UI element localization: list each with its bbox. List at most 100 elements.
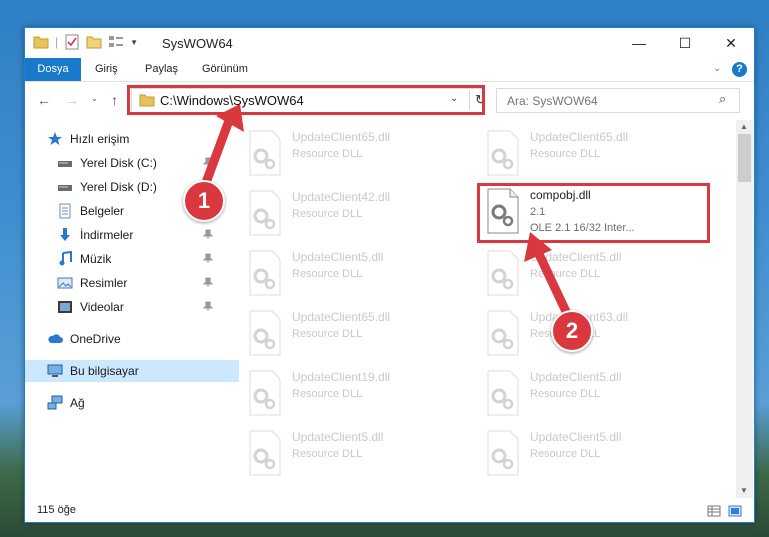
file-item[interactable]: UpdateClient5.dll Resource DLL <box>240 246 470 302</box>
documents-icon <box>59 203 71 219</box>
video-icon <box>58 301 72 313</box>
file-item[interactable]: UpdateClient5.dll Resource DLL <box>478 426 708 482</box>
file-item[interactable]: UpdateClient65.dll Resource DLL <box>478 126 708 182</box>
dll-file-icon <box>249 190 281 236</box>
download-icon <box>60 228 70 241</box>
maximize-button[interactable]: ☐ <box>662 28 708 58</box>
ribbon-tabs: Dosya Giriş Paylaş Görünüm ⌄ ? <box>25 58 754 82</box>
file-name: UpdateClient5.dll <box>530 370 622 384</box>
tab-share[interactable]: Paylaş <box>145 58 178 81</box>
sidebar-item-pictures[interactable]: Resimler <box>25 272 249 294</box>
file-item[interactable]: UpdateClient5.dll Resource DLL <box>240 426 470 482</box>
star-icon <box>48 132 62 145</box>
sidebar-item-this-pc[interactable]: Bu bilgisayar <box>25 360 239 382</box>
scroll-down-icon[interactable]: ▼ <box>740 486 748 495</box>
up-arrow-icon[interactable]: ↑ <box>111 92 118 108</box>
sidebar-item-downloads[interactable]: İndirmeler <box>25 224 249 246</box>
file-item[interactable]: UpdateClient63.dll Resource DLL <box>478 306 708 362</box>
scroll-up-icon[interactable]: ▲ <box>740 122 748 131</box>
dll-file-icon <box>249 250 281 296</box>
dll-file-icon <box>487 250 519 296</box>
properties-icon[interactable] <box>64 34 80 50</box>
dll-file-icon <box>487 430 519 476</box>
file-name: UpdateClient65.dll <box>292 310 391 324</box>
search-box[interactable]: ⌕ <box>496 88 740 113</box>
item-count: 115 öğe <box>37 504 76 516</box>
sidebar-item-videos[interactable]: Videolar <box>25 296 249 318</box>
search-input[interactable] <box>505 92 709 110</box>
pin-icon[interactable] <box>203 157 213 167</box>
forward-arrow-icon[interactable]: → <box>65 92 79 108</box>
file-type: Resource DLL <box>292 268 363 280</box>
status-bar: 115 öğe <box>25 500 754 522</box>
dll-file-icon <box>249 130 281 176</box>
file-item[interactable]: UpdateClient65.dll Resource DLL <box>240 126 470 182</box>
file-type: Resource DLL <box>292 388 363 400</box>
chevron-down-icon[interactable]: ▼ <box>130 38 138 47</box>
file-name: UpdateClient42.dll <box>292 190 391 204</box>
back-arrow-icon[interactable]: ← <box>37 92 51 108</box>
title-bar: | ▼ SysWOW64 — ☐ ✕ <box>25 28 754 58</box>
dll-file-icon <box>249 430 281 476</box>
tab-home[interactable]: Giriş <box>95 58 118 81</box>
sidebar-item-label: Ağ <box>70 396 85 410</box>
folder-icon[interactable] <box>33 34 49 50</box>
file-item[interactable]: UpdateClient42.dll Resource DLL <box>240 186 470 242</box>
help-icon[interactable]: ? <box>732 62 747 77</box>
pin-icon[interactable] <box>203 253 213 263</box>
new-folder-icon[interactable] <box>86 34 102 50</box>
file-type: Resource DLL <box>530 448 601 460</box>
file-type: Resource DLL <box>292 328 363 340</box>
search-icon[interactable]: ⌕ <box>719 91 726 107</box>
file-item[interactable]: UpdateClient19.dll Resource DLL <box>240 366 470 422</box>
quick-access-toolbar: | ▼ <box>33 34 138 50</box>
vertical-scrollbar[interactable]: ▲ ▼ <box>736 120 753 498</box>
sidebar-item-onedrive[interactable]: OneDrive <box>25 328 239 350</box>
pin-icon[interactable] <box>203 301 213 311</box>
file-type: Resource DLL <box>530 148 601 160</box>
recent-locations-icon[interactable]: ⌄ <box>91 94 98 103</box>
callout-badge-two: 2 <box>551 310 593 352</box>
file-item[interactable]: UpdateClient5.dll Resource DLL <box>478 246 708 302</box>
tab-view[interactable]: Görünüm <box>202 58 248 81</box>
sidebar-item-local-disk-c[interactable]: Yerel Disk (C:) <box>25 152 249 174</box>
sidebar-item-quick-access[interactable]: Hızlı erişim <box>25 128 239 150</box>
view-options-icon[interactable] <box>108 34 124 50</box>
drive-icon <box>58 161 72 167</box>
file-name: UpdateClient5.dll <box>530 430 622 444</box>
dll-file-icon <box>487 130 519 176</box>
sidebar-item-label: Resimler <box>80 276 128 290</box>
sidebar-item-label: İndirmeler <box>80 228 134 242</box>
sidebar-item-network[interactable]: Ağ <box>25 392 239 414</box>
file-list: UpdateClient65.dll Resource DLL UpdateCl… <box>240 120 735 488</box>
file-name: UpdateClient65.dll <box>292 130 391 144</box>
dll-file-icon <box>487 370 519 416</box>
scrollbar-thumb[interactable] <box>738 134 751 182</box>
tab-file[interactable]: Dosya <box>25 58 81 81</box>
sidebar-item-label: Yerel Disk (D:) <box>80 180 157 194</box>
file-item[interactable]: UpdateClient5.dll Resource DLL <box>478 366 708 422</box>
pin-icon[interactable] <box>203 277 213 287</box>
details-view-icon[interactable] <box>707 504 721 518</box>
file-type: Resource DLL <box>292 148 363 160</box>
dll-file-icon <box>249 370 281 416</box>
sidebar-item-label: Yerel Disk (C:) <box>80 156 157 170</box>
minimize-button[interactable]: — <box>616 28 662 58</box>
file-item[interactable]: UpdateClient65.dll Resource DLL <box>240 306 470 362</box>
file-type: Resource DLL <box>292 208 363 220</box>
file-name: UpdateClient5.dll <box>530 250 622 264</box>
file-type: Resource DLL <box>530 388 601 400</box>
sidebar-item-label: Belgeler <box>80 204 125 218</box>
sidebar-item-label: Bu bilgisayar <box>70 364 139 378</box>
sidebar-item-label: OneDrive <box>70 332 121 346</box>
pictures-icon <box>57 277 73 289</box>
navigation-pane: Hızlı erişim Yerel Disk (C:) Yerel Disk … <box>25 120 239 500</box>
close-button[interactable]: ✕ <box>708 28 754 58</box>
large-icons-view-icon[interactable] <box>728 504 742 518</box>
pin-icon[interactable] <box>203 229 213 239</box>
ribbon-expand-icon[interactable]: ⌄ <box>713 63 721 74</box>
dll-file-icon <box>249 310 281 356</box>
sidebar-item-music[interactable]: Müzik <box>25 248 249 270</box>
sidebar-item-label: Müzik <box>80 252 112 266</box>
file-name: UpdateClient65.dll <box>530 130 629 144</box>
